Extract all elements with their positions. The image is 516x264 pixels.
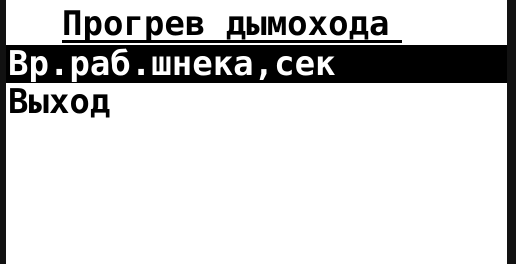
menu-item-exit[interactable]: Выход [6, 83, 507, 121]
screen-bezel-left [0, 0, 6, 264]
screen-bezel-right [507, 0, 516, 264]
menu-item-auger-run-time[interactable]: Вр.раб.шнека,сек [6, 45, 507, 83]
screen-title: Прогрев дымохода [62, 4, 390, 44]
menu-item-label: Вр.раб.шнека,сек [8, 44, 336, 84]
title-underline [62, 40, 402, 43]
lcd-screen: Прогрев дымохода Вр.раб.шнека,сек Выход [0, 0, 516, 264]
menu-item-label: Выход [8, 82, 111, 122]
